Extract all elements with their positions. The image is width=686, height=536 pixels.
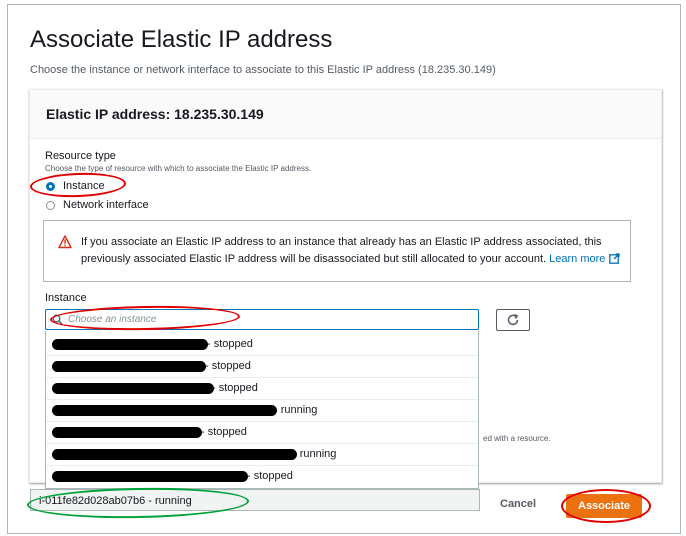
redacted-instance-name xyxy=(52,383,214,394)
option-status: - stopped xyxy=(205,360,251,372)
radio-network-interface-label: Network interface xyxy=(63,199,149,211)
instance-search[interactable] xyxy=(45,309,479,330)
panel-header: Elastic IP address: 18.235.30.149 xyxy=(30,90,661,139)
redacted-instance-name xyxy=(52,449,297,460)
page-subtitle: Choose the instance or network interface… xyxy=(30,64,496,76)
learn-more-link[interactable]: Learn more xyxy=(549,253,605,265)
dropdown-option[interactable]: - stopped xyxy=(46,422,478,444)
radio-checked-icon[interactable] xyxy=(46,181,55,191)
radio-instance[interactable]: Instance xyxy=(46,180,105,192)
dropdown-option[interactable]: - stopped xyxy=(46,378,478,400)
refresh-button[interactable] xyxy=(496,309,530,331)
option-status: - stopped xyxy=(247,470,293,482)
resource-type-label: Resource type xyxy=(45,150,116,162)
external-link-icon[interactable] xyxy=(609,253,621,264)
redacted-instance-name xyxy=(52,361,206,372)
radio-instance-label: Instance xyxy=(63,180,105,192)
warning-icon xyxy=(58,235,72,249)
option-status: - stopped xyxy=(212,382,258,394)
alert-text-container: If you associate an Elastic IP address t… xyxy=(81,234,621,268)
resource-type-description: Choose the type of resource with which t… xyxy=(45,164,312,173)
cancel-button[interactable]: Cancel xyxy=(500,498,536,510)
option-status: - running xyxy=(293,448,337,460)
redacted-instance-name xyxy=(52,339,208,350)
refresh-icon xyxy=(507,313,519,326)
radio-unchecked-icon[interactable] xyxy=(46,200,55,210)
instance-dropdown-list: - stopped - stopped - stopped - running … xyxy=(45,331,479,489)
warning-alert: If you associate an Elastic IP address t… xyxy=(43,220,631,282)
dropdown-option[interactable]: - running xyxy=(46,444,478,466)
option-status: - stopped xyxy=(207,338,253,350)
option-status: - stopped xyxy=(201,426,247,438)
instance-search-input[interactable] xyxy=(68,312,468,327)
associate-button[interactable]: Associate xyxy=(566,494,642,518)
page-title: Associate Elastic IP address xyxy=(30,26,333,53)
selected-instance-label: i-011fe82d028ab07b6 - running xyxy=(39,495,192,507)
alert-message: If you associate an Elastic IP address t… xyxy=(81,236,602,265)
partially-hidden-description: ed with a resource. xyxy=(483,434,551,443)
dropdown-option[interactable]: - stopped xyxy=(46,356,478,378)
option-status: - running xyxy=(274,404,318,416)
redacted-instance-name xyxy=(52,405,277,416)
redacted-instance-name xyxy=(52,427,202,438)
redacted-instance-name xyxy=(52,471,248,482)
radio-network-interface[interactable]: Network interface xyxy=(46,199,149,211)
panel-title: Elastic IP address: 18.235.30.149 xyxy=(46,106,264,122)
dropdown-option[interactable]: - stopped xyxy=(46,466,478,488)
dropdown-option[interactable]: - running xyxy=(46,400,478,422)
instance-label: Instance xyxy=(45,292,87,304)
search-icon xyxy=(52,314,63,325)
dropdown-option[interactable]: - stopped xyxy=(46,334,478,356)
selected-instance-option[interactable]: i-011fe82d028ab07b6 - running xyxy=(30,489,480,511)
